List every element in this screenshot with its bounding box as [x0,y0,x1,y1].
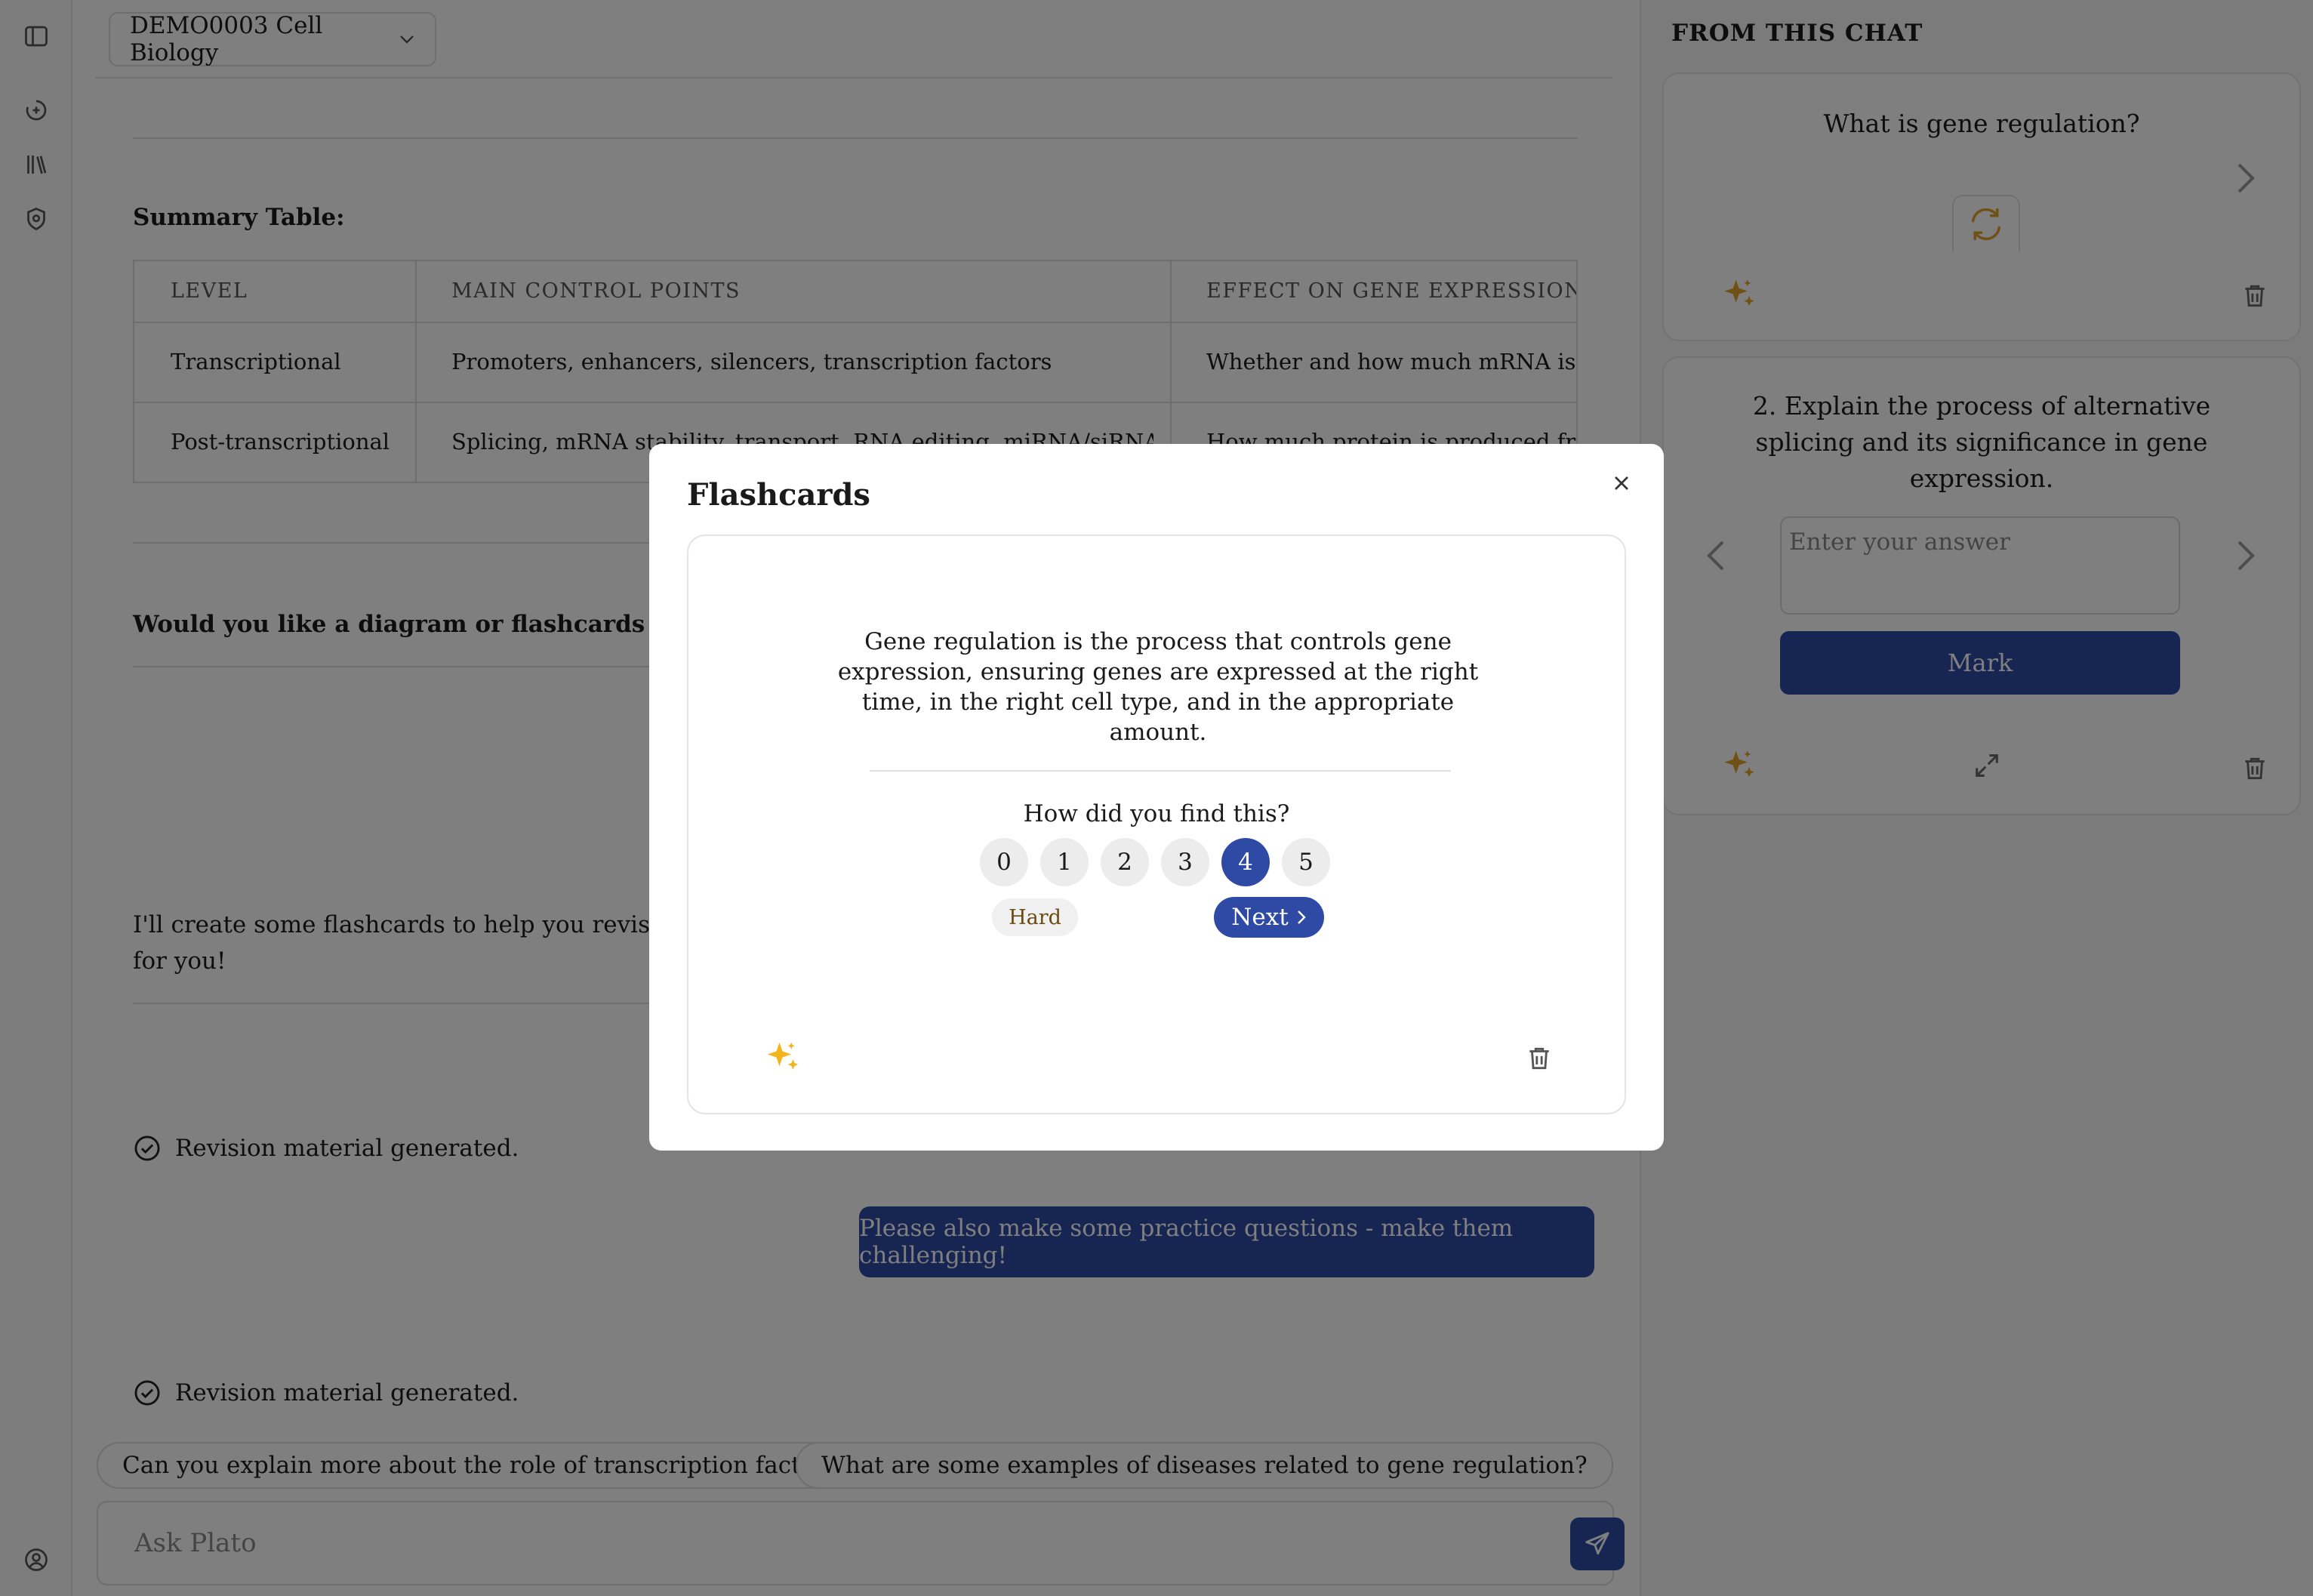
divider [870,770,1451,772]
rating-button-1[interactable]: 1 [1040,838,1089,886]
rating-button-4[interactable]: 4 [1221,838,1270,886]
rating-button-2[interactable]: 2 [1101,838,1149,886]
rating-button-0[interactable]: 0 [980,838,1028,886]
sparkle-icon[interactable] [762,1037,803,1078]
chevron-right-icon [1296,908,1307,926]
next-label: Next [1231,904,1289,931]
next-button[interactable]: Next [1214,897,1324,938]
flashcard-answer: Gene regulation is the process that cont… [837,628,1479,746]
flashcard: Gene regulation is the process that cont… [687,535,1626,1114]
modal-title: Flashcards [687,477,870,513]
flashcards-modal: Flashcards Gene regulation is the proces… [649,444,1664,1151]
rating-button-3[interactable]: 3 [1161,838,1209,886]
trash-icon[interactable] [1525,1043,1554,1074]
difficulty-prompt: How did you find this? [1023,800,1290,827]
difficulty-badge: Hard [992,898,1078,936]
rating-button-5[interactable]: 5 [1282,838,1330,886]
close-icon[interactable] [1609,471,1634,495]
